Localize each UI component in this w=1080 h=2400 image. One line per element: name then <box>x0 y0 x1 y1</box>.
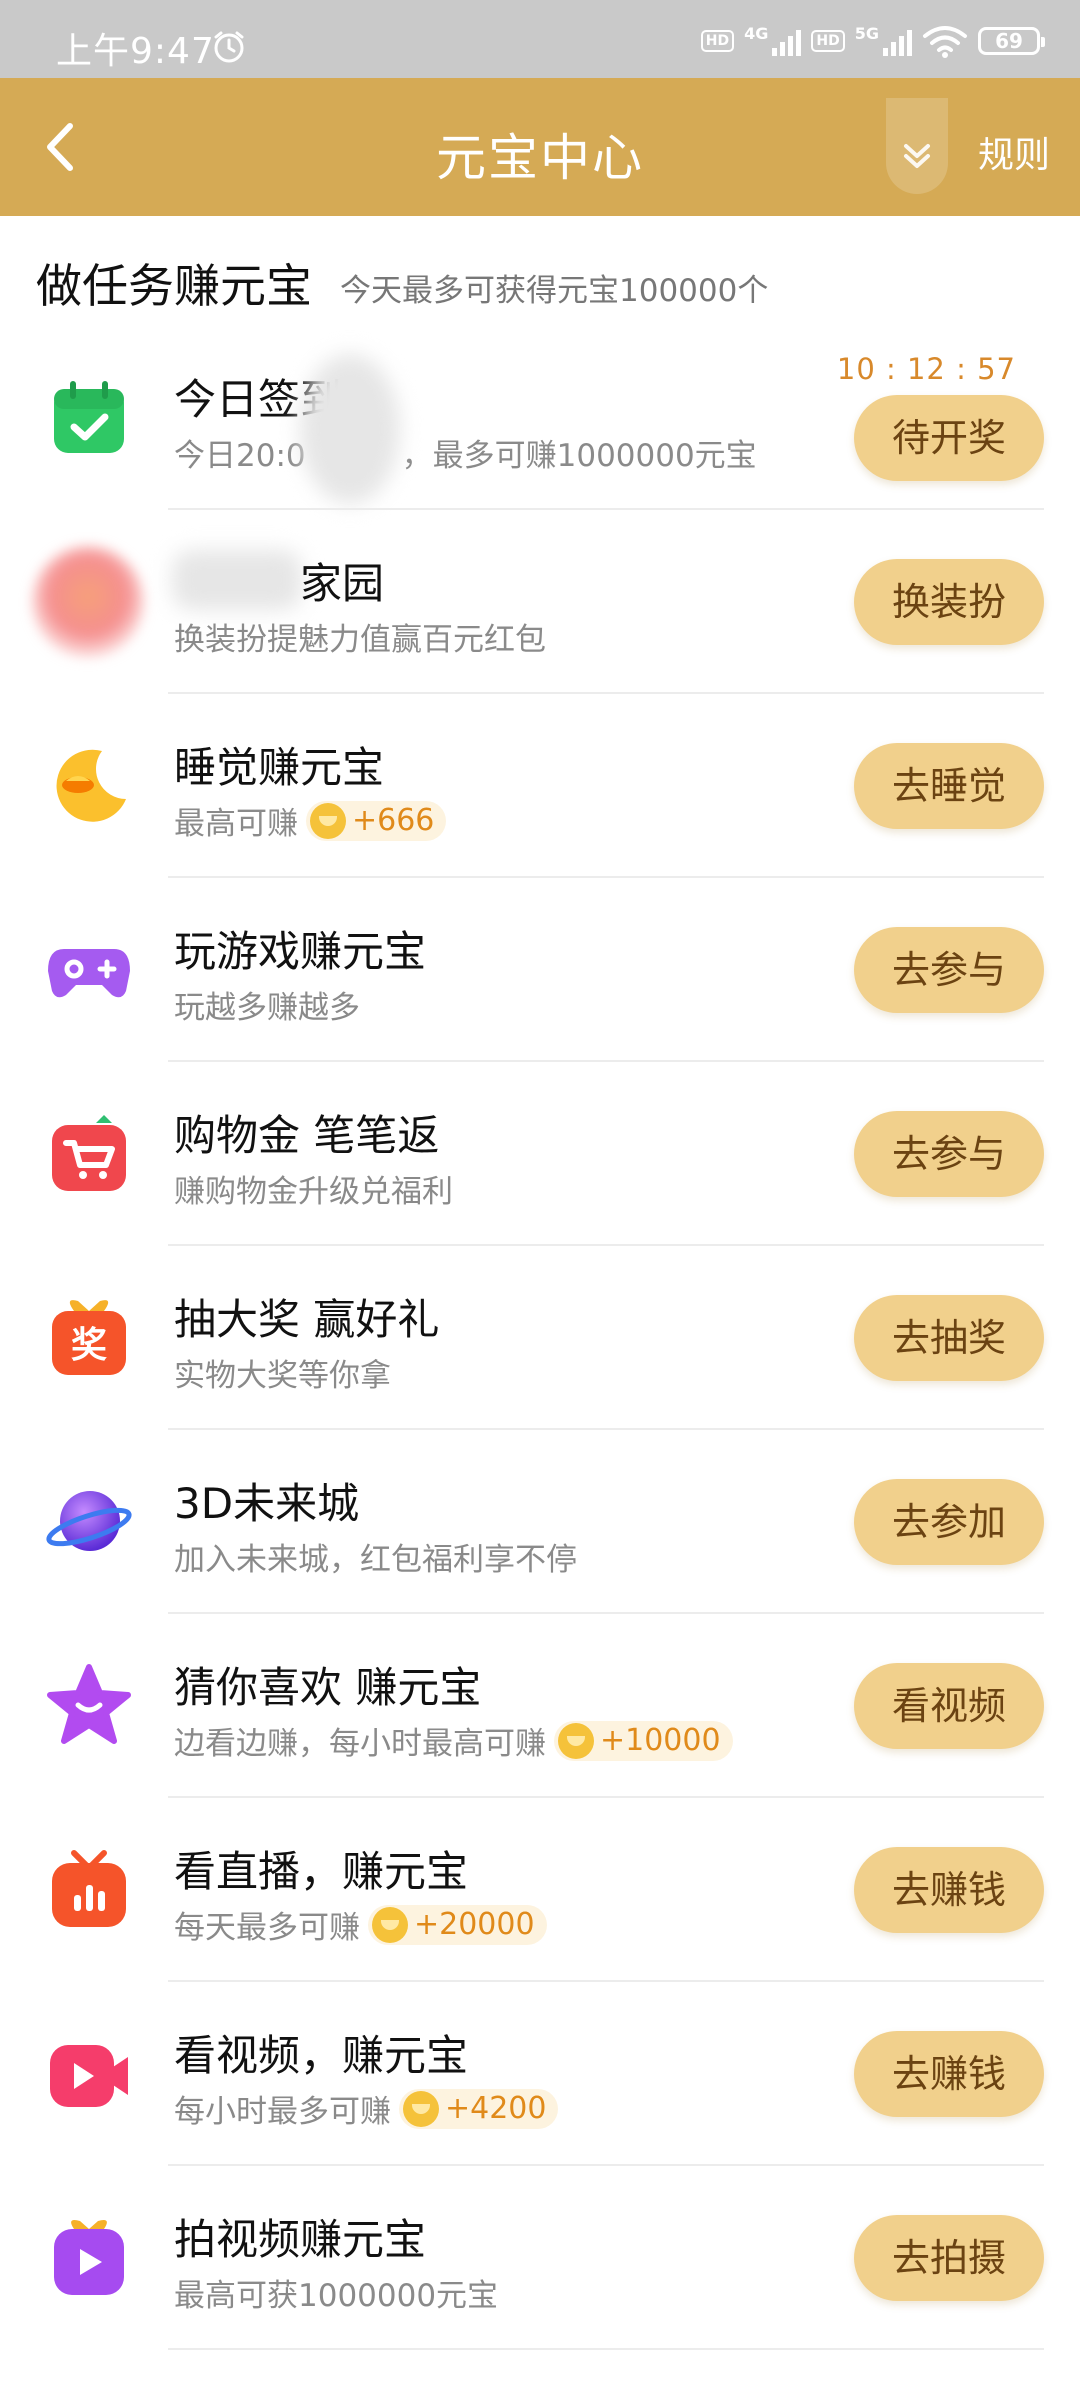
hd-badge: HD <box>700 30 735 52</box>
blurred-overlay <box>300 354 400 504</box>
task-desc-text: 今日20:0 <box>174 438 306 474</box>
task-desc-text: 每天最多可赚 <box>174 1910 360 1946</box>
task-row-recommend: 猜你喜欢 赚元宝 边看边赚，每小时最高可赚 +10000 看视频 <box>0 1614 1080 1798</box>
task-row-shoot-video: 拍视频赚元宝 最高可获1000000元宝 去拍摄 <box>0 2166 1080 2350</box>
status-time: 上午9:47 <box>56 31 215 72</box>
ingot-coin-icon <box>558 1722 594 1759</box>
shopping-cart-icon <box>52 1115 126 1191</box>
chevron-double-down-icon <box>904 144 930 168</box>
task-button-dress-up[interactable]: 换装扮 <box>854 559 1044 645</box>
network-4g-label: 4G <box>744 23 769 43</box>
task-title: 家园 <box>300 559 385 608</box>
task-title: 猜你喜欢 赚元宝 <box>174 1663 482 1712</box>
task-button-watch-video[interactable]: 看视频 <box>854 1663 1044 1749</box>
task-desc-suffix: ，最多可赚1000000元宝 <box>401 438 757 474</box>
task-desc: 今日20:0 ，最多可赚1000000元宝 <box>174 430 757 475</box>
hd-badge-2: HD <box>811 30 845 52</box>
task-row-lottery: 奖 抽大奖 赢好礼 实物大奖等你拿 去抽奖 <box>0 1246 1080 1430</box>
svg-text:奖: 奖 <box>71 1325 107 1366</box>
task-title: 3D未来城 <box>174 1479 360 1528</box>
task-desc: 最高可赚 +666 <box>174 798 447 843</box>
ingot-coin-icon <box>372 1906 408 1943</box>
status-bar: 上午9:47 HD 4G HD 5G 69 <box>0 0 1080 78</box>
task-row-shopping: 购物金 笔笔返 赚购物金升级兑福利 去参与 <box>0 1062 1080 1246</box>
task-row-sleep: 睡觉赚元宝 最高可赚 +666 去睡觉 <box>0 694 1080 878</box>
task-button-participate[interactable]: 去参加 <box>854 1479 1044 1565</box>
planet-icon <box>46 1491 132 1551</box>
task-row-home: 家园 换装扮提魅力值赢百元红包 换装扮 <box>0 510 1080 694</box>
ingot-coin-icon <box>403 2090 439 2127</box>
reward-badge: +20000 <box>368 1904 547 1945</box>
network-5g-label: 5G <box>854 23 879 43</box>
task-button-join[interactable]: 去参与 <box>854 1111 1044 1197</box>
live-tv-icon <box>52 1850 126 1927</box>
task-title: 购物金 笔笔返 <box>174 1111 440 1160</box>
signal-icon-2 <box>883 26 912 56</box>
task-button-sleep[interactable]: 去睡觉 <box>854 743 1044 829</box>
task-title: 看直播，赚元宝 <box>174 1847 469 1896</box>
task-desc-text: 边看边赚，每小时最高可赚 <box>174 1726 546 1762</box>
divider <box>168 2348 1044 2350</box>
countdown-timer: 10 : 12 : 57 <box>836 352 1016 386</box>
task-desc-text: 最高可赚 <box>174 806 298 842</box>
battery-level: 69 <box>995 29 1023 53</box>
ingot-coin-icon <box>310 802 346 839</box>
task-button-join[interactable]: 去参与 <box>854 927 1044 1013</box>
task-desc: 玩越多赚越多 <box>174 990 360 1026</box>
wifi-icon <box>923 26 967 58</box>
video-shoot-icon <box>54 2220 124 2295</box>
prize-gift-icon: 奖 <box>52 1300 126 1375</box>
star-ingot-icon <box>47 1664 131 1744</box>
reward-badge: +10000 <box>554 1720 733 1761</box>
task-desc-text: 每小时最多可赚 <box>174 2094 391 2130</box>
task-button-earn-money[interactable]: 去赚钱 <box>854 1847 1044 1933</box>
task-desc: 边看边赚，每小时最高可赚 +10000 <box>174 1718 733 1763</box>
task-desc: 实物大奖等你拿 <box>174 1358 391 1394</box>
task-button-draw-lottery[interactable]: 去抽奖 <box>854 1295 1044 1381</box>
task-desc: 最高可获1000000元宝 <box>174 2278 499 2314</box>
task-title: 睡觉赚元宝 <box>174 743 385 792</box>
gamepad-icon <box>48 949 130 998</box>
moon-ingot-icon <box>56 749 126 822</box>
reward-amount: +10000 <box>600 1723 721 1758</box>
task-desc: 每天最多可赚 +20000 <box>174 1902 547 1947</box>
section-subtitle: 今天最多可获得元宝100000个 <box>340 273 769 309</box>
alarm-icon <box>214 31 244 63</box>
blurred-overlay <box>172 550 302 610</box>
task-title: 玩游戏赚元宝 <box>174 927 427 976</box>
task-row-games: 玩游戏赚元宝 玩越多赚越多 去参与 <box>0 878 1080 1062</box>
task-button-earn-money[interactable]: 去赚钱 <box>854 2031 1044 2117</box>
task-button-shoot[interactable]: 去拍摄 <box>854 2215 1044 2301</box>
signal-icon <box>772 26 802 56</box>
reward-badge: +666 <box>306 800 447 841</box>
section-title: 做任务赚元宝 <box>36 259 312 313</box>
task-button-pending-draw[interactable]: 待开奖 <box>854 395 1044 481</box>
battery-icon: 69 <box>978 27 1045 55</box>
task-desc: 赚购物金升级兑福利 <box>174 1174 453 1210</box>
task-row-future-city: 3D未来城 加入未来城，红包福利享不停 去参加 <box>0 1430 1080 1614</box>
task-desc: 加入未来城，红包福利享不停 <box>174 1542 577 1578</box>
reward-badge: +4200 <box>399 2088 559 2129</box>
video-play-icon <box>50 2045 128 2107</box>
reward-amount: +666 <box>352 803 435 838</box>
task-row-live: 看直播，赚元宝 每天最多可赚 +20000 去赚钱 <box>0 1798 1080 1982</box>
reward-amount: +4200 <box>445 2091 547 2126</box>
avatar-home-icon <box>32 546 144 658</box>
task-title: 抽大奖 赢好礼 <box>174 1295 440 1344</box>
task-desc: 每小时最多可赚 +4200 <box>174 2086 559 2131</box>
rules-link[interactable]: 规则 <box>978 126 1050 178</box>
task-desc: 换装扮提魅力值赢百元红包 <box>174 622 546 658</box>
collapse-toggle-button[interactable] <box>886 98 948 194</box>
task-title: 看视频，赚元宝 <box>174 2031 469 2080</box>
calendar-check-icon <box>54 381 124 453</box>
reward-amount: +20000 <box>414 1907 535 1942</box>
task-title: 拍视频赚元宝 <box>174 2215 427 2264</box>
task-row-checkin: 今日签到 今日20:0 ，最多可赚1000000元宝 10 : 12 : 57 … <box>0 326 1080 510</box>
task-row-watch-video: 看视频，赚元宝 每小时最多可赚 +4200 去赚钱 <box>0 1982 1080 2166</box>
status-indicators: HD 4G HD 5G 69 <box>700 23 1045 58</box>
header-bar: 元宝中心 规则 <box>0 78 1080 216</box>
